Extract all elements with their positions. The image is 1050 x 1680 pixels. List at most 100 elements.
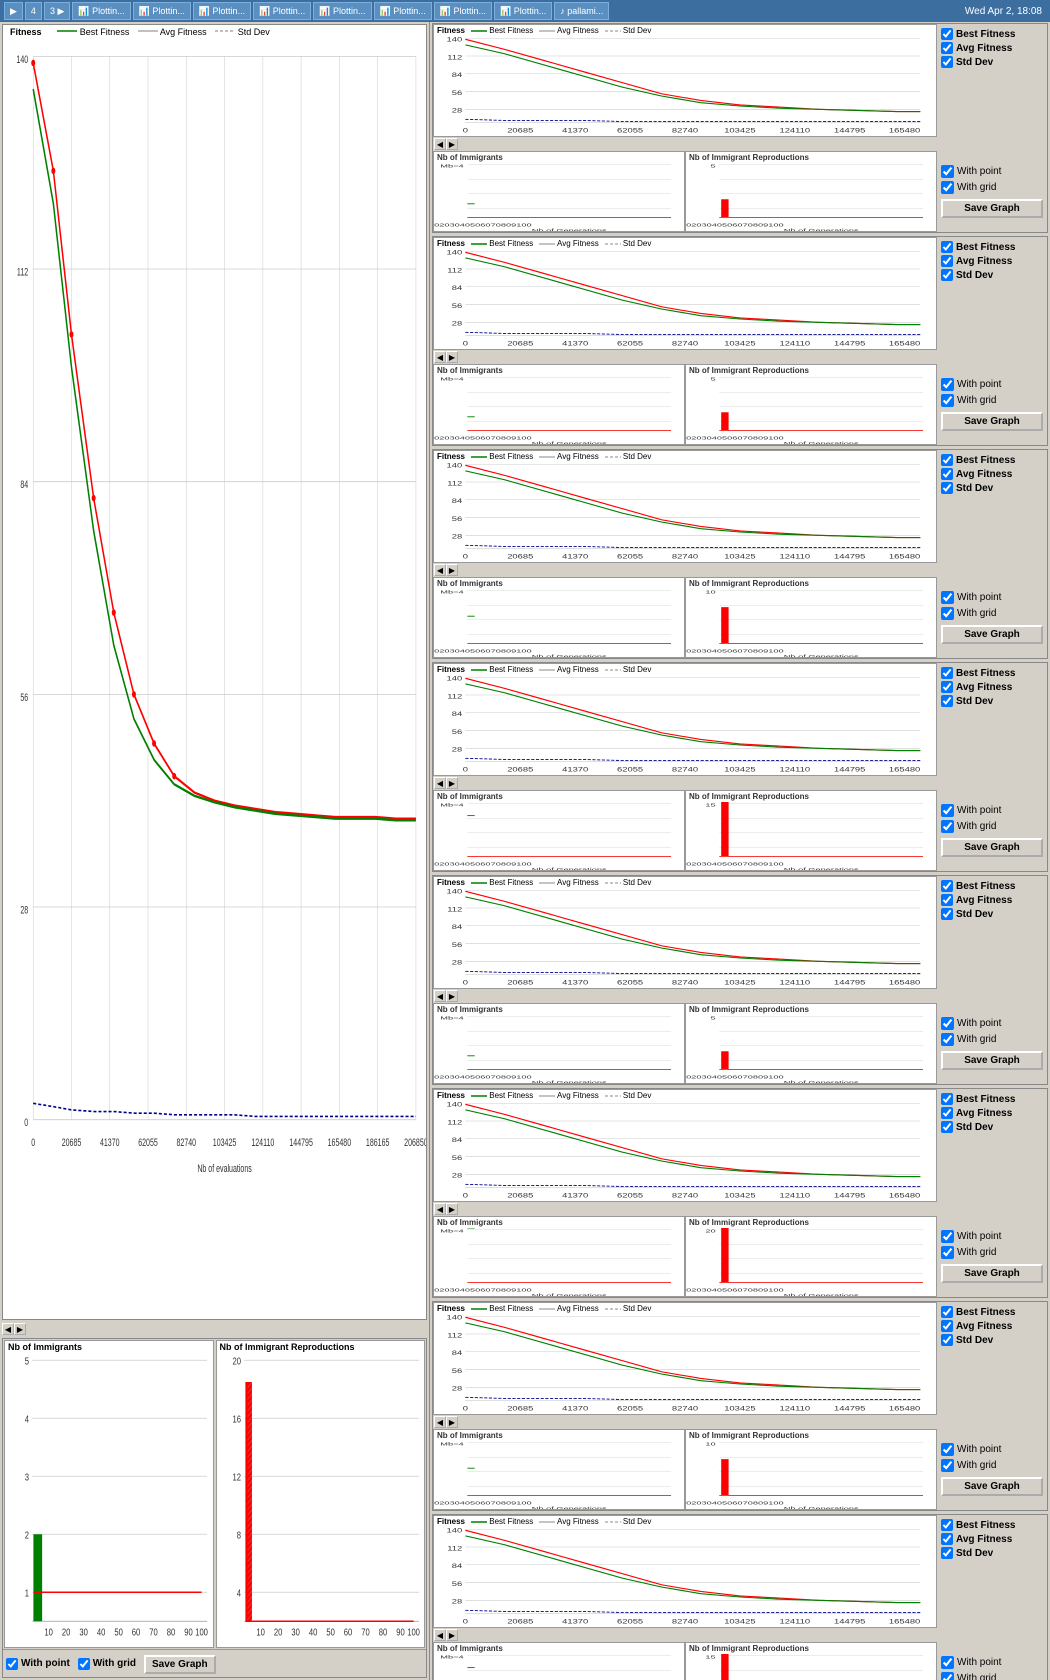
block-4-avg-fitness-cb[interactable] xyxy=(941,681,953,693)
block-1-scroll-left[interactable]: ◀ xyxy=(434,138,446,150)
taskbar-btn-1[interactable]: 4 xyxy=(25,2,42,20)
block-8-with-grid-cb[interactable] xyxy=(941,1672,954,1680)
block-1-avg-fitness-cb[interactable] xyxy=(941,42,953,54)
block-6-nb-immigrants: Nb of Immigrants Mb=4 102030405060708091… xyxy=(433,1216,685,1297)
block-3-best-fitness-cb[interactable] xyxy=(941,454,953,466)
block-4-std-dev-cb[interactable] xyxy=(941,695,953,707)
block-1-with-grid-cb[interactable] xyxy=(941,181,954,194)
block-8-scroll-right[interactable]: ▶ xyxy=(446,1629,458,1641)
block-1-with-point-cb[interactable] xyxy=(941,165,954,178)
block-2-avg-fitness-cb[interactable] xyxy=(941,255,953,267)
block-8-best-fitness-cb[interactable] xyxy=(941,1519,953,1531)
block-2-best-fitness-cb[interactable] xyxy=(941,241,953,253)
immigrants-mini-svg-1: Mb=4 10203040506070809100 Nb of Generati… xyxy=(434,163,684,231)
block-1-std-dev-cb[interactable] xyxy=(941,56,953,68)
block-7-with-grid-cb[interactable] xyxy=(941,1459,954,1472)
svg-text:41370: 41370 xyxy=(100,1136,120,1149)
block-7-avg-fitness-cb[interactable] xyxy=(941,1320,953,1332)
block-1-avg-fitness-row: Avg Fitness xyxy=(941,42,1043,54)
block-6-scroll-left[interactable]: ◀ xyxy=(434,1203,446,1215)
left-with-grid-cb[interactable] xyxy=(78,1658,90,1670)
block-6-controls-top: Best Fitness Avg Fitness Std Dev xyxy=(937,1089,1047,1202)
block-4-scroll-right[interactable]: ▶ xyxy=(446,777,458,789)
block-2-scroll-right[interactable]: ▶ xyxy=(446,351,458,363)
block-3-avg-fitness-cb[interactable] xyxy=(941,468,953,480)
block-7-std-dev-cb[interactable] xyxy=(941,1334,953,1346)
taskbar-app-8[interactable]: 📊 Plottin... xyxy=(494,2,552,20)
block-5-best-fitness-cb[interactable] xyxy=(941,880,953,892)
svg-text:28: 28 xyxy=(452,533,463,540)
block-3-scroll-right[interactable]: ▶ xyxy=(446,564,458,576)
taskbar-app-6[interactable]: 📊 Plottin... xyxy=(374,2,432,20)
svg-text:60: 60 xyxy=(343,1627,351,1638)
block-6-save-btn[interactable]: Save Graph xyxy=(941,1264,1043,1283)
block-5-with-point-cb[interactable] xyxy=(941,1017,954,1030)
block-1-save-btn[interactable]: Save Graph xyxy=(941,199,1043,218)
block-2-std-dev-cb[interactable] xyxy=(941,269,953,281)
block-8-fitness-label: Fitness xyxy=(437,1517,465,1526)
reproductions-mini-svg-1: 5 10203040506070809100 Nb of Generations xyxy=(686,163,936,231)
block-5-with-grid-cb[interactable] xyxy=(941,1033,954,1046)
block-4-with-grid-cb[interactable] xyxy=(941,820,954,833)
block-3-immigrants-charts: Nb of Immigrants Mb=4 102030405060708091… xyxy=(433,577,937,658)
block-4-save-btn[interactable]: Save Graph xyxy=(941,838,1043,857)
block-1-best-fitness-cb[interactable] xyxy=(941,28,953,40)
svg-text:Nb of evaluations: Nb of evaluations xyxy=(657,987,730,988)
taskbar-app-5[interactable]: 📊 Plottin... xyxy=(313,2,371,20)
block-3-scroll-left[interactable]: ◀ xyxy=(434,564,446,576)
taskbar-app-3[interactable]: 📊 Plottin... xyxy=(193,2,251,20)
block-6-scroll-right[interactable]: ▶ xyxy=(446,1203,458,1215)
reproductions-mini-svg-2: 5 10203040506070809100 Nb of Generations xyxy=(686,376,936,444)
block-5-std-dev-cb[interactable] xyxy=(941,908,953,920)
block-3-with-point-cb[interactable] xyxy=(941,591,954,604)
scroll-left-arrow[interactable]: ◀ xyxy=(2,1323,14,1335)
left-save-btn[interactable]: Save Graph xyxy=(144,1655,216,1674)
block-4-with-point-cb[interactable] xyxy=(941,804,954,817)
taskbar-app-7[interactable]: 📊 Plottin... xyxy=(434,2,492,20)
taskbar-app-9[interactable]: ♪ pallami... xyxy=(554,2,609,20)
block-2-save-btn[interactable]: Save Graph xyxy=(941,412,1043,431)
block-2-immigrants-section: Nb of Immigrants Mb=4 102030405060708091… xyxy=(433,364,1047,445)
svg-text:165480: 165480 xyxy=(328,1136,352,1149)
block-7-best-fitness-cb[interactable] xyxy=(941,1306,953,1318)
block-8-scroll-left[interactable]: ◀ xyxy=(434,1629,446,1641)
block-8-with-point-cb[interactable] xyxy=(941,1656,954,1669)
scroll-right-arrow[interactable]: ▶ xyxy=(14,1323,26,1335)
block-7-with-point-cb[interactable] xyxy=(941,1443,954,1456)
block-1-scroll-right[interactable]: ▶ xyxy=(446,138,458,150)
block-5-scroll-left[interactable]: ◀ xyxy=(434,990,446,1002)
block-8-std-dev-cb[interactable] xyxy=(941,1547,953,1559)
taskbar-btn-2[interactable]: 3 ▶ xyxy=(44,2,70,20)
block-8-nb-reproductions-graph: 15 10203040506070809100 Nb of Generation… xyxy=(686,1654,936,1680)
block-8-avg-fitness-cb[interactable] xyxy=(941,1533,953,1545)
taskbar-app-2[interactable]: 📊 Plottin... xyxy=(133,2,191,20)
block-6-with-grid-cb[interactable] xyxy=(941,1246,954,1259)
block-5-scroll-right[interactable]: ▶ xyxy=(446,990,458,1002)
block-5-avg-fitness-cb[interactable] xyxy=(941,894,953,906)
left-with-point-cb[interactable] xyxy=(6,1658,18,1670)
block-4-best-fitness-cb[interactable] xyxy=(941,667,953,679)
block-2-scroll-left[interactable]: ◀ xyxy=(434,351,446,363)
block-7-scroll-right[interactable]: ▶ xyxy=(446,1416,458,1428)
block-5-save-btn[interactable]: Save Graph xyxy=(941,1051,1043,1070)
block-6-std-dev-cb[interactable] xyxy=(941,1121,953,1133)
svg-text:41370: 41370 xyxy=(562,340,589,347)
block-7-save-btn[interactable]: Save Graph xyxy=(941,1477,1043,1496)
block-6-best-fitness-cb[interactable] xyxy=(941,1093,953,1105)
block-3-std-dev-cb[interactable] xyxy=(941,482,953,494)
block-6-avg-fitness-cb[interactable] xyxy=(941,1107,953,1119)
taskbar-app-1[interactable]: 📊 Plottin... xyxy=(72,2,130,20)
taskbar-app-4[interactable]: 📊 Plottin... xyxy=(253,2,311,20)
block-7-scroll-left[interactable]: ◀ xyxy=(434,1416,446,1428)
block-2-with-point-cb[interactable] xyxy=(941,378,954,391)
svg-text:Nb of evaluations: Nb of evaluations xyxy=(657,348,730,349)
svg-text:144795: 144795 xyxy=(834,979,866,986)
block-6-with-point-cb[interactable] xyxy=(941,1230,954,1243)
svg-text:84: 84 xyxy=(20,479,28,492)
block-3-save-btn[interactable]: Save Graph xyxy=(941,625,1043,644)
block-4-scroll-left[interactable]: ◀ xyxy=(434,777,446,789)
block-2-with-grid-cb[interactable] xyxy=(941,394,954,407)
block-3-with-grid-cb[interactable] xyxy=(941,607,954,620)
taskbar-btn-start[interactable]: ▶ xyxy=(4,2,23,20)
svg-text:1: 1 xyxy=(25,1588,29,1599)
